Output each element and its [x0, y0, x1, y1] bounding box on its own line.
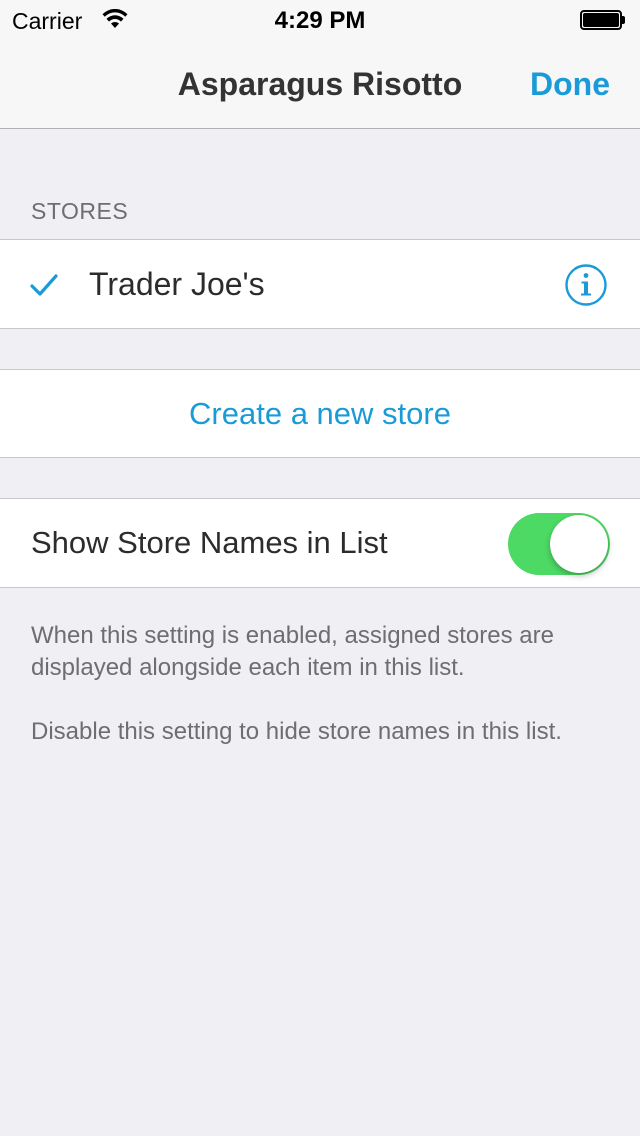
store-name: Trader Joe's [89, 266, 265, 302]
show-store-names-row: Show Store Names in List [0, 498, 640, 588]
toggle-knob [550, 515, 608, 573]
navigation-bar: Asparagus Risotto Done [0, 40, 640, 129]
info-icon[interactable] [565, 264, 607, 306]
checkmark-icon [29, 270, 59, 300]
create-store-button[interactable]: Create a new store [0, 369, 640, 458]
show-store-names-toggle[interactable] [508, 513, 610, 575]
battery-full-icon [580, 10, 625, 30]
setting-footer-note-secondary: Disable this setting to hide store names… [31, 718, 562, 745]
setting-footer-note: When this setting is enabled, assigned s… [31, 622, 554, 681]
status-bar: Carrier 4:29 PM [0, 0, 640, 40]
stores-section-header: STORES [31, 198, 129, 224]
show-store-names-label: Show Store Names in List [31, 525, 388, 560]
status-time: 4:29 PM [274, 7, 366, 34]
store-row[interactable]: Trader Joe's [0, 239, 640, 329]
create-store-label: Create a new store [189, 396, 451, 431]
done-button[interactable]: Done [530, 66, 610, 103]
